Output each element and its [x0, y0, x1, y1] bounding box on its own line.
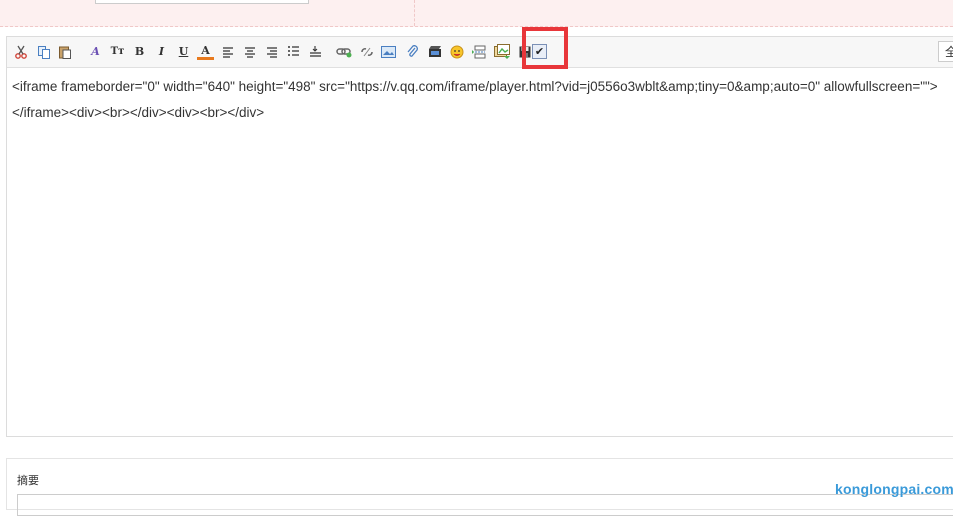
editor-source-content[interactable]: <iframe frameborder="0" width="640" heig… [12, 74, 942, 126]
align-left-icon[interactable] [219, 43, 236, 60]
ordered-list-icon[interactable] [285, 43, 302, 60]
editor-toolbar: A Tт B I U A ✔ 全 [7, 37, 953, 68]
top-form-area [0, 0, 953, 27]
summary-label: 摘要 [17, 474, 39, 487]
image-icon[interactable] [380, 43, 397, 60]
summary-input[interactable] [17, 494, 953, 516]
emoji-icon[interactable] [448, 43, 465, 60]
bold-icon[interactable]: B [131, 43, 148, 60]
summary-section: 摘要 [6, 458, 953, 516]
rich-text-editor: A Tт B I U A ✔ 全 <iframe frameborder="0"… [6, 36, 953, 437]
link-icon[interactable] [335, 43, 352, 60]
top-text-input[interactable] [95, 0, 309, 4]
copy-icon[interactable] [35, 43, 52, 60]
font-color-icon[interactable]: A [197, 44, 214, 60]
attachment-icon[interactable] [403, 43, 420, 60]
fullscreen-button[interactable]: 全 [938, 41, 953, 62]
watermark: konglongpai.com [835, 481, 953, 497]
highlight-annotation-box [522, 27, 568, 69]
font-size-icon[interactable]: Tт [109, 43, 126, 60]
align-right-icon[interactable] [263, 43, 280, 60]
paste-icon[interactable] [56, 43, 73, 60]
unordered-list-icon[interactable] [307, 43, 324, 60]
underline-icon[interactable]: U [175, 43, 192, 60]
cut-icon[interactable] [12, 43, 29, 60]
font-family-icon[interactable]: A [87, 43, 104, 60]
italic-icon[interactable]: I [153, 43, 170, 60]
insert-image-icon[interactable] [493, 43, 510, 60]
video-icon[interactable] [426, 43, 443, 60]
align-center-icon[interactable] [241, 43, 258, 60]
top-divider [414, 0, 415, 26]
unlink-icon[interactable] [358, 43, 375, 60]
page-break-icon[interactable] [470, 43, 487, 60]
